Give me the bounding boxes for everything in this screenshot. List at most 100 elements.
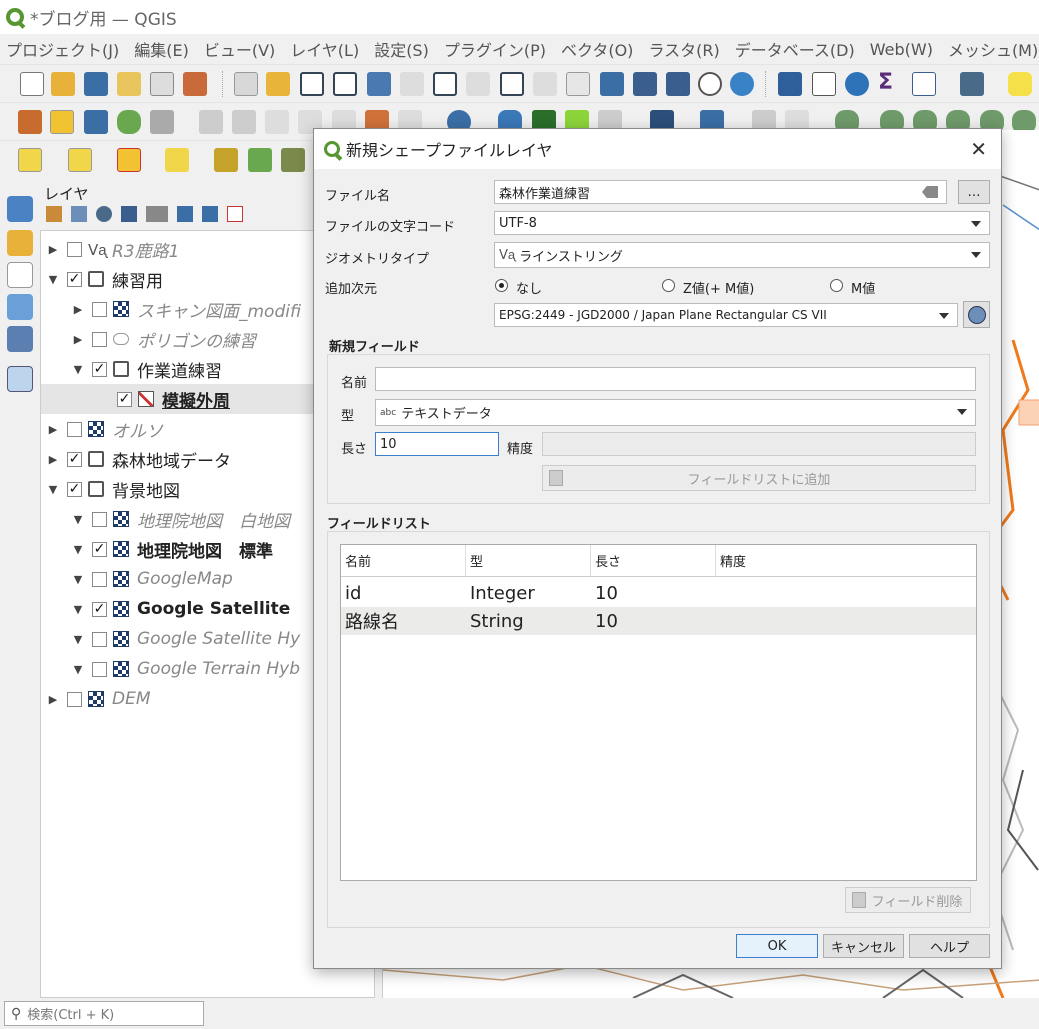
processing-history-icon[interactable] [281,148,305,172]
settings-gear-icon[interactable] [845,72,869,96]
radio-dim-m[interactable] [830,279,843,292]
layer-checkbox[interactable]: ✓ [67,271,82,287]
current-edits-icon[interactable] [18,110,42,134]
clear-text-icon[interactable] [922,186,938,198]
table-row[interactable]: 路線名 String 10 [341,607,976,635]
open-datasource-manager-icon[interactable] [7,196,33,222]
menu-mesh[interactable]: メッシュ(M) [948,37,1038,61]
select-features-icon[interactable] [18,148,42,172]
add-to-field-list-button[interactable]: フィールドリストに追加 [542,465,976,491]
field-name-input[interactable] [375,367,976,391]
layer-checkbox[interactable]: ✓ [67,481,82,497]
radio-dim-none[interactable] [495,279,508,292]
cancel-button[interactable]: キャンセル [823,934,904,958]
layer-checkbox[interactable] [92,511,107,527]
temporal-controller-icon[interactable] [698,72,722,96]
filter-legend-icon[interactable] [121,206,137,222]
locator-search[interactable]: ⚲ 検索(Ctrl + K) [4,1001,204,1026]
style-manager-icon[interactable] [183,72,207,96]
new-3d-view-icon[interactable] [600,72,624,96]
zoom-next-icon[interactable] [533,72,557,96]
model-designer-icon[interactable] [248,148,272,172]
new-map-view-icon[interactable] [566,72,590,96]
zoom-native-icon[interactable] [466,72,490,96]
add-feature-icon[interactable] [117,110,141,134]
zoom-full-icon[interactable] [367,72,391,96]
table-row[interactable]: id Integer 10 [341,579,976,607]
delete-selected-icon[interactable] [232,110,256,134]
add-vector-layer-icon[interactable] [7,262,33,288]
menu-plugins[interactable]: プラグイン(P) [444,37,546,61]
layer-checkbox[interactable]: ✓ [92,601,107,617]
crs-select[interactable]: EPSG:2449 - JGD2000 / Japan Plane Rectan… [494,303,958,327]
col-header-name[interactable]: 名前 [341,545,466,577]
map-tips-icon[interactable] [1008,72,1032,96]
field-precision-input[interactable] [542,432,976,456]
new-project-icon[interactable] [20,72,44,96]
close-icon[interactable]: ✕ [970,137,987,161]
attribute-table-icon[interactable] [812,72,836,96]
layer-checkbox[interactable]: ✓ [67,451,82,467]
field-length-input[interactable]: 10 [375,432,499,456]
zoom-last-icon[interactable] [500,72,524,96]
layer-checkbox[interactable] [92,631,107,647]
new-geopackage-icon[interactable] [7,230,33,256]
col-header-precision[interactable]: 精度 [716,545,976,577]
layer-checkbox[interactable] [92,661,107,677]
layer-checkbox[interactable] [92,571,107,587]
collapse-all-icon[interactable] [202,206,218,222]
layer-checkbox[interactable] [92,331,107,347]
menu-database[interactable]: データベース(D) [735,37,855,61]
menu-web[interactable]: Web(W) [870,40,933,59]
pan-map-icon[interactable] [234,72,258,96]
save-project-icon[interactable] [84,72,108,96]
modify-attributes-icon[interactable] [199,110,223,134]
bookmark-icon[interactable] [633,72,657,96]
menu-view[interactable]: ビュー(V) [204,37,275,61]
processing-toolbox-icon[interactable] [214,148,238,172]
zoom-out-icon[interactable] [333,72,357,96]
layer-checkbox[interactable] [67,241,82,257]
col-header-type[interactable]: 型 [466,545,591,577]
menu-raster[interactable]: ラスタ(R) [648,37,719,61]
open-project-icon[interactable] [51,72,75,96]
field-list-table[interactable]: 名前 型 長さ 精度 id Integer 10 路線名 String 10 [340,544,977,881]
select-by-value-icon[interactable] [68,148,92,172]
filter-expression-icon[interactable] [146,206,168,222]
file-name-input[interactable]: 森林作業道練習 [494,180,947,204]
pan-to-selection-icon[interactable] [266,72,290,96]
menu-edit[interactable]: 編集(E) [134,37,189,61]
layer-checkbox[interactable] [67,691,82,707]
menu-project[interactable]: プロジェクト(J) [6,37,119,61]
layer-checkbox[interactable]: ✓ [92,541,107,557]
save-edits-icon[interactable] [84,110,108,134]
menu-layer[interactable]: レイヤ(L) [290,37,359,61]
deselect-icon[interactable] [117,148,141,172]
new-print-layout-icon[interactable] [117,72,141,96]
expand-all-icon[interactable] [177,206,193,222]
measure-icon[interactable] [960,72,984,96]
add-spatialite-icon[interactable] [7,326,33,352]
crs-selector-button[interactable] [963,301,990,328]
show-bookmarks-icon[interactable] [666,72,690,96]
zoom-layer-icon[interactable] [433,72,457,96]
add-delimited-text-icon[interactable] [7,294,33,320]
remove-layer-icon[interactable] [227,206,243,222]
layer-checkbox[interactable]: ✓ [92,361,107,377]
delete-field-button[interactable]: フィールド削除 [845,887,971,913]
field-type-select[interactable]: abc テキストデータ [375,399,976,426]
geometry-select[interactable]: Vᶏ ラインストリング [494,242,990,268]
add-virtual-layer-icon[interactable] [7,366,33,392]
refresh-icon[interactable] [730,72,754,96]
vertex-tool-icon[interactable] [150,110,174,134]
encoding-select[interactable]: UTF-8 [494,211,990,235]
cut-features-icon[interactable] [265,110,289,134]
ok-button[interactable]: OK [736,934,818,958]
menu-settings[interactable]: 設定(S) [374,37,429,61]
col-header-length[interactable]: 長さ [591,545,716,577]
layer-checkbox[interactable] [92,301,107,317]
zoom-selection-icon[interactable] [400,72,424,96]
open-table-icon[interactable] [912,72,936,96]
add-group-icon[interactable] [71,206,87,222]
identify-icon[interactable] [778,72,802,96]
